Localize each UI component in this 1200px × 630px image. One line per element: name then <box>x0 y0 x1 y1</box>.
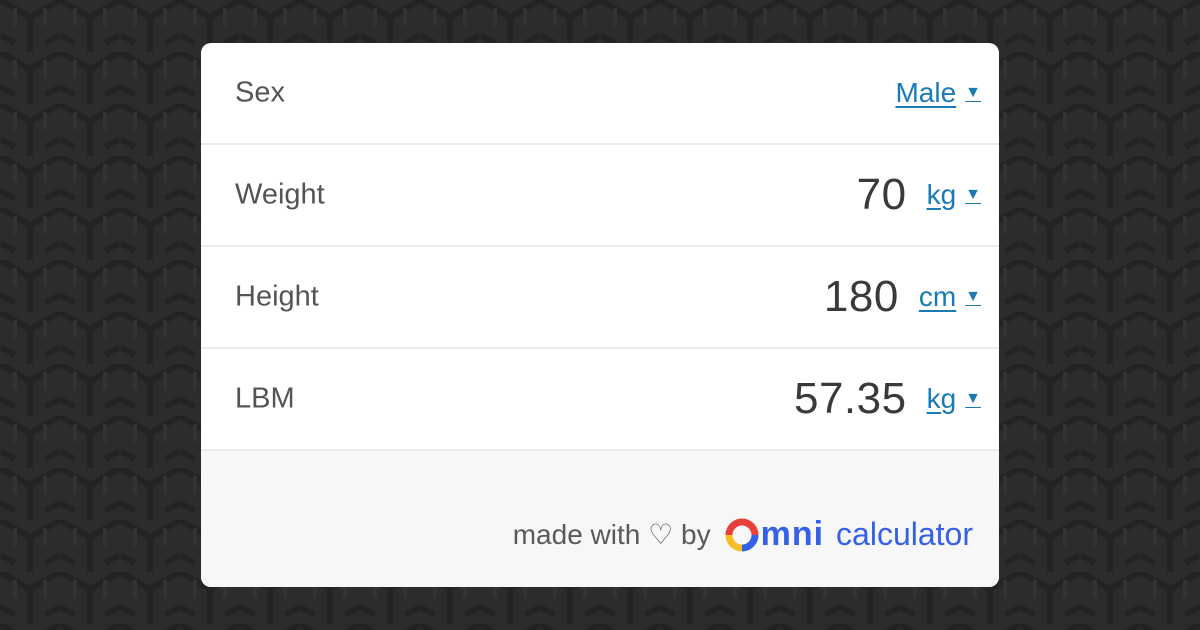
height-unit-select[interactable]: cm ▼ <box>919 281 981 313</box>
sex-row: Sex Male ▼ <box>201 43 999 145</box>
omni-logo: mni calculator <box>725 515 973 554</box>
omni-logo-icon <box>725 518 759 551</box>
lbm-controls: 57.35 kg ▼ <box>794 374 981 424</box>
sex-controls: Male ▼ <box>895 77 981 109</box>
weight-label: Weight <box>235 178 325 211</box>
caret-down-icon: ▼ <box>965 288 981 305</box>
lbm-row: LBM 57.35 kg ▼ <box>201 349 999 451</box>
sex-select[interactable]: Male ▼ <box>895 77 981 109</box>
weight-unit-value: kg <box>926 179 957 210</box>
lbm-unit-select[interactable]: kg ▼ <box>927 383 981 415</box>
lbm-unit-value: kg <box>926 383 957 414</box>
weight-row: Weight 70 kg ▼ <box>201 145 999 247</box>
made-with-badge[interactable]: made with ♡ by mni calculator <box>513 515 973 554</box>
lbm-result[interactable]: 57.35 <box>794 374 907 424</box>
caret-down-icon: ▼ <box>965 186 981 203</box>
made-with-text: made with ♡ by <box>512 519 711 550</box>
weight-input[interactable]: 70 <box>857 170 907 220</box>
footer: made with ♡ by mni calculator <box>201 451 999 587</box>
height-controls: 180 cm ▼ <box>824 272 981 322</box>
height-row: Height 180 cm ▼ <box>201 247 999 349</box>
calculator-card: Sex Male ▼ Weight 70 kg ▼ Height 180 cm … <box>201 43 999 587</box>
sex-label: Sex <box>235 76 285 109</box>
height-label: Height <box>235 280 319 313</box>
lbm-label: LBM <box>235 382 295 415</box>
caret-down-icon: ▼ <box>965 390 981 407</box>
brand-name: mni <box>760 515 825 553</box>
brand-suffix: calculator <box>836 516 973 552</box>
height-unit-value: cm <box>918 281 957 312</box>
weight-unit-select[interactable]: kg ▼ <box>927 179 981 211</box>
weight-controls: 70 kg ▼ <box>857 170 981 220</box>
sex-select-value: Male <box>895 77 957 108</box>
height-input[interactable]: 180 <box>824 272 899 322</box>
caret-down-icon: ▼ <box>965 84 981 101</box>
